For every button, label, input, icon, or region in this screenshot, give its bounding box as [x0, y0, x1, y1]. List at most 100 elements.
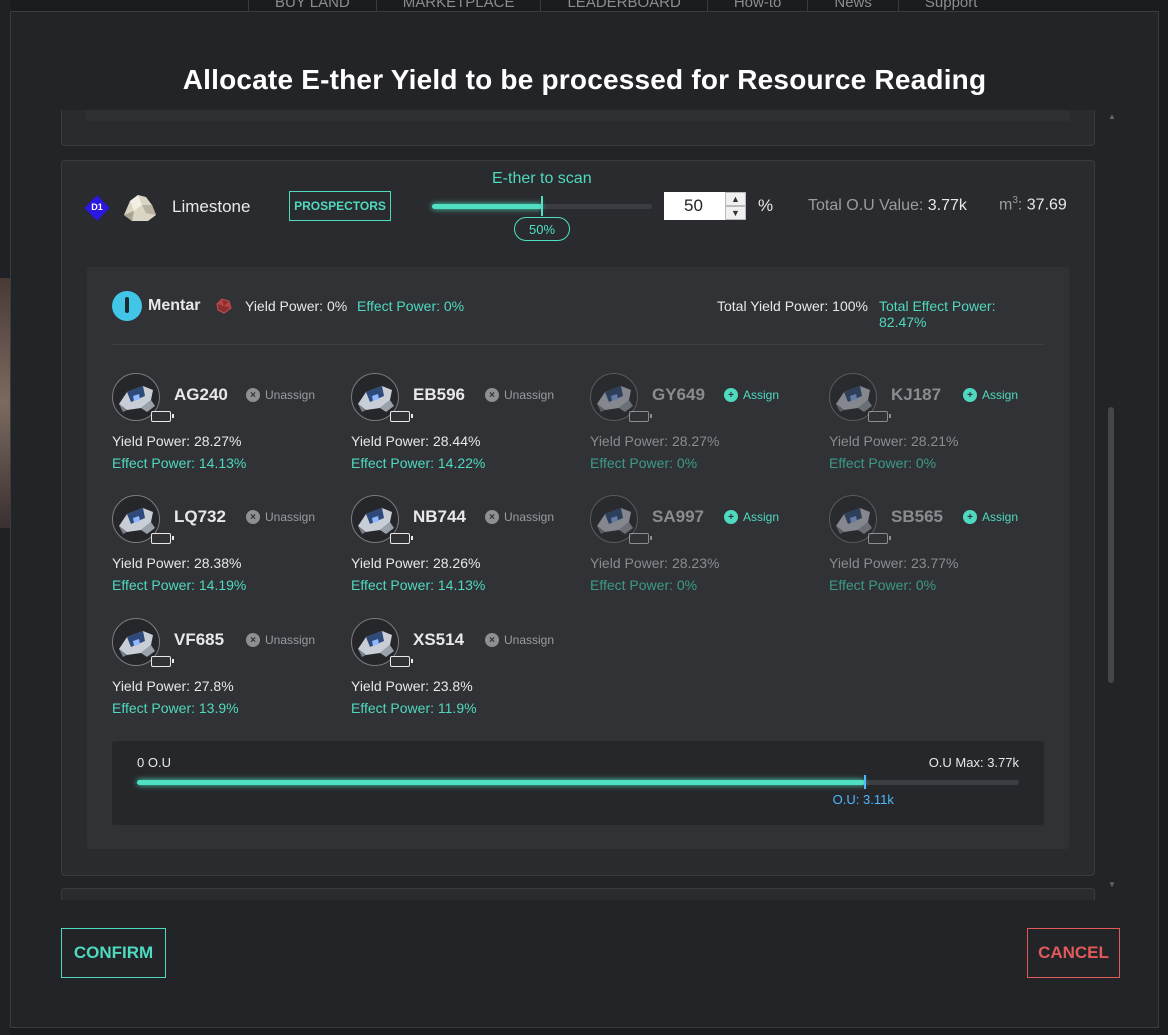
- unit-code: EB596: [413, 385, 465, 404]
- unit-code: XS514: [413, 630, 465, 649]
- battery-icon: [629, 533, 652, 544]
- battery-icon: [390, 656, 413, 667]
- ou-min-label: 0 O.U: [137, 755, 171, 770]
- scroll-up-icon[interactable]: ▲: [1108, 112, 1116, 121]
- percent-stepper[interactable]: ▲ ▼: [725, 192, 746, 220]
- next-resource-card: [61, 888, 1095, 900]
- unassign-button[interactable]: × Unassign: [485, 510, 554, 524]
- unassign-button[interactable]: × Unassign: [485, 388, 554, 402]
- volume-value: m3: 37.69: [999, 195, 1067, 214]
- assign-button[interactable]: + Assign: [963, 510, 1018, 524]
- battery-icon: [390, 533, 413, 544]
- tier-badge: D1: [84, 195, 110, 221]
- unit-code: SB565: [891, 507, 943, 526]
- ether-scan-percent-pill: 50%: [514, 217, 570, 241]
- unit-card: KJ187 + Assign Yield Power: 28.21% Effect Po…: [829, 373, 1059, 473]
- modal-title: Allocate E-ther Yield to be processed fo…: [182, 64, 987, 95]
- nav-leaderboard[interactable]: LEADERBOARD: [540, 0, 706, 11]
- allocate-modal: Allocate E-ther Yield to be processed fo…: [10, 11, 1159, 1028]
- ether-scan-slider[interactable]: [432, 196, 652, 216]
- unit-effect-power: Effect Power: 13.9%: [112, 700, 239, 716]
- unit-code: VF685: [174, 630, 225, 649]
- total-ou-number: 3.77k: [927, 197, 967, 214]
- close-circle-icon: ×: [485, 633, 499, 647]
- battery-icon: [868, 533, 891, 544]
- unit-code: NB744: [413, 507, 466, 526]
- confirm-button[interactable]: CONFIRM: [61, 928, 166, 978]
- unit-yield-power: Yield Power: 27.8%: [112, 678, 234, 694]
- percent-input-value: 50: [684, 196, 703, 215]
- ether-scan-label: E-ther to scan: [492, 170, 592, 187]
- unit-yield-power: Yield Power: 28.23%: [590, 555, 720, 571]
- assign-button[interactable]: + Assign: [963, 388, 1018, 402]
- unit-action-label: Unassign: [265, 633, 316, 647]
- ou-max-label: O.U Max: 3.77k: [928, 755, 1019, 770]
- ruby-gem-icon: [216, 298, 232, 314]
- close-circle-icon: ×: [485, 388, 499, 402]
- prospectors-button[interactable]: PROSPECTORS: [289, 191, 391, 221]
- battery-icon: [629, 411, 652, 422]
- battery-icon: [868, 411, 891, 422]
- plus-circle-icon: +: [724, 510, 738, 524]
- unassign-button[interactable]: × Unassign: [246, 388, 315, 402]
- close-circle-icon: ×: [485, 510, 499, 524]
- unit-code: KJ187: [891, 385, 942, 404]
- mentar-yield-power: Yield Power: 0%: [245, 298, 348, 314]
- ou-bar-box: 0 O.U O.U Max: 3.77k O.U: 3.11k: [112, 741, 1044, 825]
- unit-effect-power: Effect Power: 14.22%: [351, 455, 486, 471]
- unassign-button[interactable]: × Unassign: [246, 510, 315, 524]
- mentar-icon: [112, 291, 142, 321]
- nav-buy-land[interactable]: BUY LAND: [248, 0, 376, 11]
- unit-effect-power: Effect Power: 14.13%: [112, 455, 247, 471]
- unit-card: AG240 × Unassign Yield Power: 28.27% Effect …: [112, 373, 342, 473]
- resource-name: Limestone: [172, 197, 251, 216]
- unit-yield-power: Yield Power: 28.21%: [829, 433, 959, 449]
- scroll-down-icon[interactable]: ▼: [1108, 880, 1116, 889]
- unit-card: VF685 × Unassign Yield Power: 27.8% Effect P…: [112, 618, 342, 718]
- ether-scan-percent-input[interactable]: 50 ▲ ▼: [664, 192, 746, 220]
- nav-how-to[interactable]: How-to: [706, 0, 808, 11]
- previous-resource-card: [61, 110, 1095, 146]
- unit-code: GY649: [652, 385, 705, 404]
- assign-button[interactable]: + Assign: [724, 388, 779, 402]
- battery-icon: [151, 533, 174, 544]
- ether-scan-slider-thumb[interactable]: [541, 196, 543, 216]
- stepper-up-icon[interactable]: ▲: [725, 192, 746, 206]
- unit-yield-power: Yield Power: 28.44%: [351, 433, 481, 449]
- unit-action-label: Unassign: [504, 633, 555, 647]
- cancel-button[interactable]: CANCEL: [1027, 928, 1120, 978]
- resource-card-header: D1 Limestone PROSPECTORS E-ther to scan …: [62, 161, 1094, 261]
- nav-support[interactable]: Support: [897, 0, 1004, 11]
- resource-list[interactable]: D1 Limestone PROSPECTORS E-ther to scan …: [61, 110, 1101, 900]
- total-yield-power: Total Yield Power: 100%: [717, 298, 868, 314]
- unassign-button[interactable]: × Unassign: [485, 633, 554, 647]
- ou-progress-fill: [137, 780, 865, 785]
- unit-yield-power: Yield Power: 28.27%: [112, 433, 242, 449]
- ou-progress-bar: [137, 775, 1019, 789]
- unassign-button[interactable]: × Unassign: [246, 633, 315, 647]
- assign-button[interactable]: + Assign: [724, 510, 779, 524]
- unit-action-label: Unassign: [504, 388, 555, 402]
- volume-number: 37.69: [1026, 196, 1067, 214]
- stepper-down-icon[interactable]: ▼: [725, 206, 746, 220]
- volume-unit-exponent: 3: [1012, 195, 1018, 206]
- mentar-name: Mentar: [148, 297, 201, 314]
- unit-effect-power: Effect Power: 0%: [829, 577, 937, 593]
- unit-yield-power: Yield Power: 28.26%: [351, 555, 481, 571]
- ou-progress-marker: [863, 775, 866, 789]
- unit-action-label: Assign: [982, 510, 1019, 524]
- modal-scrollbar[interactable]: [1108, 407, 1114, 683]
- nav-marketplace[interactable]: MARKETPLACE: [375, 0, 541, 11]
- unit-code: SA997: [652, 507, 704, 526]
- unit-card: SA997 + Assign Yield Power: 28.23% Effect Po…: [590, 495, 820, 595]
- unit-yield-power: Yield Power: 23.77%: [829, 555, 959, 571]
- nav-news[interactable]: News: [807, 0, 898, 11]
- volume-unit: m: [999, 196, 1013, 214]
- unit-effect-power: Effect Power: 14.19%: [112, 577, 247, 593]
- battery-icon: [151, 411, 174, 422]
- plus-circle-icon: +: [963, 388, 977, 402]
- unit-yield-power: Yield Power: 28.38%: [112, 555, 242, 571]
- mentar-header: Mentar Yield Power: 0% Effect Power: 0% …: [112, 267, 1044, 345]
- percent-sign: %: [758, 196, 774, 215]
- battery-icon: [151, 656, 174, 667]
